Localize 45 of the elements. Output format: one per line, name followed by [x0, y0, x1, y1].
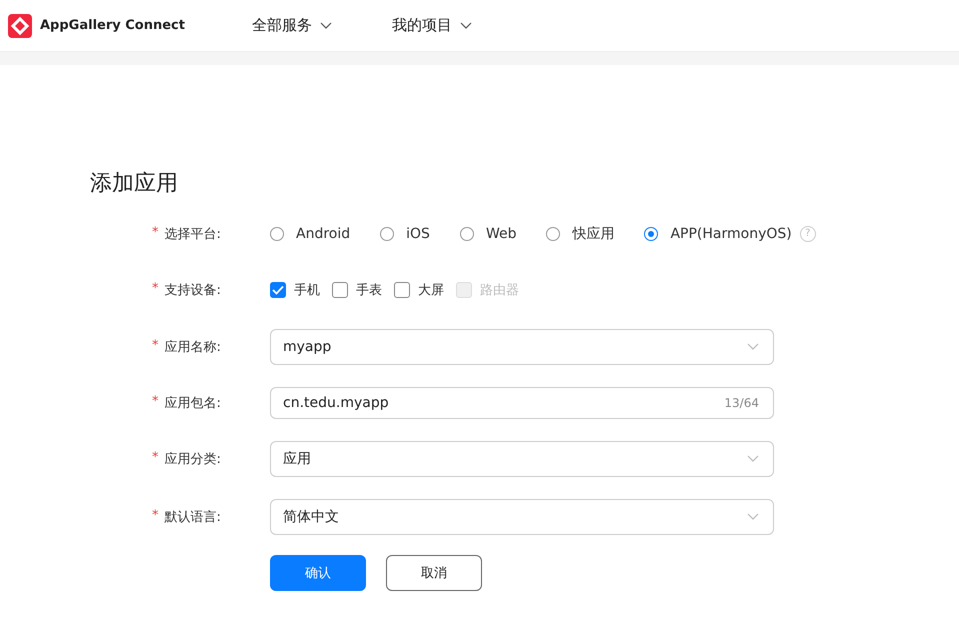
field-label: 默认语言:: [164, 509, 221, 526]
required-mark: *: [152, 508, 158, 525]
radio-option[interactable]: APP(HarmonyOS): [644, 226, 792, 242]
select-field[interactable]: myapp: [270, 329, 774, 365]
checkbox-option[interactable]: 手表: [332, 281, 382, 299]
radio-button[interactable]: [380, 227, 394, 241]
field-label: 支持设备:: [164, 282, 221, 299]
radio-button[interactable]: [546, 227, 560, 241]
chevron-down-icon: [320, 22, 332, 30]
field-label: 应用分类:: [164, 451, 221, 468]
required-mark: *: [152, 394, 158, 411]
nav-menu[interactable]: 全部服务: [252, 16, 332, 35]
checkbox-option[interactable]: 大屏: [394, 281, 444, 299]
radio-option[interactable]: Web: [460, 226, 516, 242]
logo-icon: [8, 14, 32, 38]
select-field[interactable]: 简体中文: [270, 499, 774, 535]
field-label: 应用包名:: [164, 395, 221, 412]
radio-option[interactable]: Android: [270, 226, 350, 242]
checkbox-option[interactable]: 手机: [270, 281, 320, 299]
checkbox[interactable]: [270, 282, 286, 298]
field-label: 应用名称:: [164, 339, 221, 356]
page-title: 添加应用: [90, 170, 179, 198]
character-counter: 13/64: [724, 396, 759, 410]
radio-button[interactable]: [270, 227, 284, 241]
required-mark: *: [152, 338, 158, 355]
confirm-button[interactable]: 确认: [270, 555, 366, 591]
select-field[interactable]: 应用: [270, 441, 774, 477]
radio-option[interactable]: iOS: [380, 226, 430, 242]
field-label: 选择平台:: [164, 226, 221, 243]
chevron-down-icon: [747, 343, 759, 351]
chevron-down-icon: [460, 22, 472, 30]
nav-menu[interactable]: 我的项目: [392, 16, 472, 35]
chevron-down-icon: [747, 513, 759, 521]
checkbox[interactable]: [332, 282, 348, 298]
cancel-button[interactable]: 取消: [386, 555, 482, 591]
input-field[interactable]: cn.tedu.myapp 13/64: [270, 387, 774, 419]
radio-option[interactable]: 快应用: [546, 225, 614, 243]
brand-name: AppGallery Connect: [40, 18, 185, 33]
radio-button[interactable]: [460, 227, 474, 241]
required-mark: *: [152, 281, 158, 298]
chevron-down-icon: [747, 455, 759, 463]
required-mark: *: [152, 225, 158, 242]
checkbox[interactable]: [394, 282, 410, 298]
required-mark: *: [152, 450, 158, 467]
radio-button[interactable]: [644, 227, 658, 241]
